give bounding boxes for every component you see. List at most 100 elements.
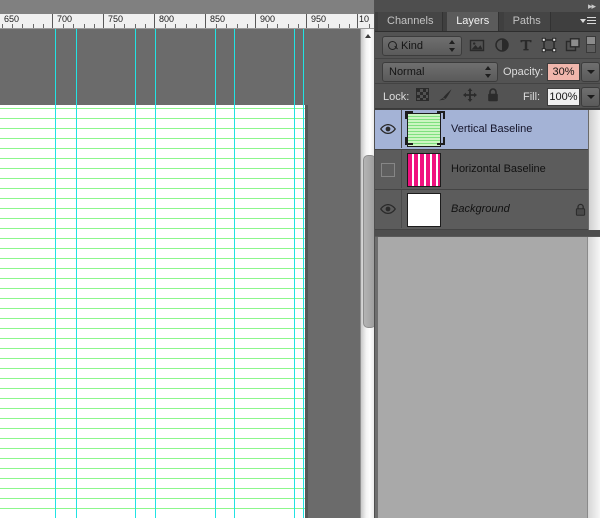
artboard[interactable]	[0, 105, 305, 518]
tab-layers[interactable]: Layers	[447, 12, 500, 31]
baseline-guide-line	[0, 328, 305, 329]
lock-all-icon[interactable]	[487, 88, 501, 102]
baseline-guide-line	[0, 378, 305, 379]
vertical-guide[interactable]	[55, 29, 56, 518]
ruler-label: 700	[57, 14, 73, 24]
lock-fill-row: Lock: Fill: 100%	[375, 84, 600, 109]
baseline-guide-line	[0, 318, 305, 319]
panel-collapse-bar[interactable]: ▸▸	[375, 0, 600, 12]
layer-visibility-toggle[interactable]	[375, 150, 402, 188]
fill-input[interactable]: 100%	[547, 88, 580, 106]
tab-channels[interactable]: Channels	[378, 12, 444, 31]
smart-object-filter-icon[interactable]	[565, 37, 581, 53]
vertical-guide[interactable]	[76, 29, 77, 518]
layer-name[interactable]: Background	[451, 202, 510, 216]
panel-tab-bar: Paths Layers Channels	[375, 12, 600, 32]
layers-panel: ▸▸ Paths Layers Channels Kind Normal Opa…	[375, 0, 600, 518]
baseline-guide-line	[0, 238, 305, 239]
shape-layer-filter-icon[interactable]	[541, 37, 557, 53]
type-layer-filter-icon[interactable]	[518, 37, 534, 53]
vertical-guide[interactable]	[155, 29, 156, 518]
baseline-guide-line	[0, 228, 305, 229]
ruler-label: 750	[108, 14, 124, 24]
baseline-guide-line	[0, 498, 305, 499]
panel-right-scrollbar[interactable]	[587, 237, 600, 518]
lock-image-pixels-icon[interactable]	[438, 88, 452, 102]
layer-thumbnail-cell[interactable]	[402, 190, 448, 228]
opacity-input[interactable]: 30%	[547, 63, 580, 81]
panel-empty-area	[375, 236, 600, 518]
vertical-guide[interactable]	[215, 29, 216, 518]
lock-position-icon[interactable]	[463, 88, 477, 102]
ruler-major-tick	[306, 14, 307, 28]
up-down-arrows-icon[interactable]	[449, 40, 456, 52]
lock-transparent-pixels-icon[interactable]	[416, 88, 430, 102]
scroll-up-arrow-icon[interactable]	[361, 29, 375, 43]
ruler-minor-tick	[135, 24, 136, 28]
baseline-guide-line	[0, 478, 305, 479]
blend-opacity-row: Normal Opacity: 30%	[375, 59, 600, 84]
vertical-guide[interactable]	[303, 29, 304, 518]
blend-mode-value: Normal	[389, 66, 425, 78]
layer-visibility-toggle[interactable]	[375, 110, 402, 148]
eye-icon	[380, 123, 396, 135]
baseline-guide-line	[0, 458, 305, 459]
blend-mode-select[interactable]: Normal	[382, 62, 498, 82]
canvas-viewport[interactable]	[0, 29, 360, 518]
layer-thumbnail	[407, 193, 441, 227]
baseline-guide-line	[0, 138, 305, 139]
vertical-guide[interactable]	[294, 29, 295, 518]
baseline-guide-line	[0, 288, 305, 289]
baseline-guide-line	[0, 398, 305, 399]
opacity-stepper-button[interactable]	[581, 62, 600, 82]
ruler-minor-tick	[288, 24, 289, 28]
baseline-guide-line	[0, 388, 305, 389]
filter-toggle-switch-icon[interactable]	[586, 36, 596, 53]
layer-name[interactable]: Vertical Baseline	[451, 122, 532, 136]
vertical-guide[interactable]	[234, 29, 235, 518]
fill-stepper-button[interactable]	[581, 87, 600, 107]
vertical-guide[interactable]	[135, 29, 136, 518]
ruler-minor-tick	[349, 24, 350, 28]
fill-label: Fill:	[523, 91, 541, 103]
eye-icon	[380, 203, 396, 215]
baseline-guide-line	[0, 218, 305, 219]
up-down-arrows-icon[interactable]	[485, 66, 492, 78]
baseline-guide-line	[0, 418, 305, 419]
baseline-guide-line	[0, 468, 305, 469]
layer-filter-row: Kind	[375, 32, 600, 59]
layer-thumbnail-cell[interactable]	[402, 110, 448, 148]
ruler-major-tick	[52, 14, 53, 28]
ruler-minor-tick	[186, 24, 187, 28]
ruler-minor-tick	[298, 24, 299, 28]
canvas-vertical-scrollbar[interactable]	[360, 29, 375, 518]
ruler-minor-tick	[328, 24, 329, 28]
tab-paths[interactable]: Paths	[503, 12, 551, 31]
opacity-label: Opacity:	[503, 66, 544, 78]
layer-thumbnail	[407, 153, 441, 187]
layer-row[interactable]: Vertical Baseline	[375, 110, 600, 150]
layer-list[interactable]: Vertical Baseline Horizontal Baseline Back…	[375, 109, 600, 230]
layer-thumbnail-cell[interactable]	[402, 150, 448, 188]
panel-menu-icon[interactable]	[580, 15, 596, 28]
baseline-guide-line	[0, 158, 305, 159]
horizontal-ruler[interactable]: 650 700 750 800 850 900 950 10	[0, 14, 375, 29]
pixel-layer-filter-icon[interactable]	[469, 37, 485, 53]
ruler-minor-tick	[339, 24, 340, 28]
baseline-guide-line	[0, 448, 305, 449]
collapse-to-icons-icon[interactable]: ▸▸	[588, 1, 596, 11]
baseline-guide-line	[0, 408, 305, 409]
filter-kind-select[interactable]: Kind	[382, 36, 462, 56]
baseline-guide-line	[0, 428, 305, 429]
baseline-guide-line	[0, 508, 305, 509]
layer-row[interactable]: Background	[375, 190, 600, 230]
layer-row[interactable]: Horizontal Baseline	[375, 150, 600, 190]
baseline-guide-line	[0, 358, 305, 359]
layer-list-scrollbar[interactable]	[588, 110, 600, 230]
ruler-minor-tick	[237, 24, 238, 28]
layer-visibility-toggle[interactable]	[375, 190, 402, 228]
adjustment-layer-filter-icon[interactable]	[494, 37, 510, 53]
layer-name[interactable]: Horizontal Baseline	[451, 162, 546, 176]
baseline-guide-line	[0, 268, 305, 269]
ruler-minor-tick	[175, 24, 176, 28]
